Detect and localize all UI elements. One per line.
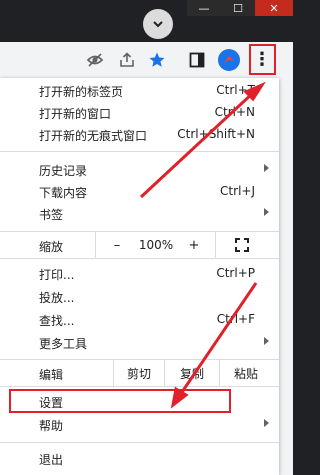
menu-divider xyxy=(0,442,279,443)
menu-zoom-row: 缩放 – 100% + xyxy=(0,232,279,258)
cut-button[interactable]: 剪切 xyxy=(114,360,164,386)
menu-item-print[interactable]: 打印... Ctrl+P xyxy=(0,263,279,285)
extension-icon[interactable] xyxy=(218,49,240,71)
share-icon[interactable] xyxy=(118,51,136,69)
menu-item-incognito[interactable]: 打开新的无痕式窗口 Ctrl+Shift+N xyxy=(0,124,279,146)
cut-label: 剪切 xyxy=(126,366,151,381)
close-button[interactable]: ✕ xyxy=(255,0,293,16)
edit-label: 编辑 xyxy=(39,368,64,382)
zoom-minus-glyph: – xyxy=(113,237,121,253)
page-edge xyxy=(279,78,293,475)
menu-shortcut: Ctrl+N xyxy=(214,105,255,119)
menu-label: 书签 xyxy=(39,208,64,222)
menu-item-exit[interactable]: 退出 xyxy=(0,448,279,470)
paste-label: 粘贴 xyxy=(233,366,258,381)
menu-label: 历史记录 xyxy=(39,164,88,178)
minimize-button[interactable]: — xyxy=(187,0,221,16)
copy-button[interactable]: 复制 xyxy=(165,360,219,386)
maximize-icon: ☐ xyxy=(233,1,243,15)
menu-item-new-window[interactable]: 打开新的窗口 Ctrl+N xyxy=(0,102,279,124)
bookmark-star-icon[interactable] xyxy=(148,51,166,69)
menu-divider xyxy=(0,386,279,387)
tab-strip: — ☐ ✕ xyxy=(0,0,293,42)
menu-edit-row: 编辑 剪切 复制 粘贴 xyxy=(0,360,279,386)
menu-item-downloads[interactable]: 下载内容 Ctrl+J xyxy=(0,181,279,203)
zoom-in-button[interactable]: + xyxy=(174,232,214,258)
menu-shortcut: Ctrl+J xyxy=(220,184,255,198)
paste-button[interactable]: 粘贴 xyxy=(220,360,272,386)
chrome-main-menu: 打开新的标签页 Ctrl+T 打开新的窗口 Ctrl+N 打开新的无痕式窗口 C… xyxy=(0,78,279,475)
menu-divider xyxy=(0,151,279,152)
zoom-plus-glyph: + xyxy=(188,237,200,253)
fullscreen-button[interactable] xyxy=(216,232,268,258)
menu-item-more-tools[interactable]: 更多工具 xyxy=(0,332,279,354)
menu-label: 投放... xyxy=(39,291,75,305)
menu-divider xyxy=(0,258,279,259)
menu-label: 打开新的标签页 xyxy=(39,85,124,99)
minimize-icon: — xyxy=(198,1,210,15)
menu-label: 退出 xyxy=(39,453,64,467)
menu-item-history[interactable]: 历史记录 xyxy=(0,159,279,181)
menu-label: 打开新的无痕式窗口 xyxy=(39,129,148,143)
maximize-button[interactable]: ☐ xyxy=(221,0,255,16)
tab-search-button[interactable] xyxy=(143,9,173,39)
close-icon: ✕ xyxy=(269,1,279,15)
highlight-more-button xyxy=(249,44,276,75)
menu-shortcut: Ctrl+F xyxy=(216,312,255,326)
menu-label: 查找... xyxy=(39,314,75,328)
menu-shortcut: Ctrl+Shift+N xyxy=(177,127,255,141)
side-panel-icon[interactable] xyxy=(188,51,206,69)
window-controls: — ☐ ✕ xyxy=(187,0,293,16)
menu-shortcut: Ctrl+T xyxy=(216,83,255,97)
chevron-down-icon xyxy=(153,21,163,28)
menu-label: 帮助 xyxy=(39,419,64,433)
zoom-value: 100% xyxy=(138,238,174,252)
menu-item-new-tab[interactable]: 打开新的标签页 Ctrl+T xyxy=(0,80,279,102)
submenu-arrow-icon xyxy=(264,337,269,345)
eye-off-icon[interactable] xyxy=(86,51,104,69)
menu-shortcut: Ctrl+P xyxy=(216,266,255,280)
submenu-arrow-icon xyxy=(264,419,269,427)
zoom-label: 缩放 xyxy=(39,240,64,254)
copy-label: 复制 xyxy=(179,366,204,381)
highlight-settings xyxy=(9,389,231,413)
menu-item-find[interactable]: 查找... Ctrl+F xyxy=(0,309,279,331)
menu-item-help[interactable]: 帮助 xyxy=(0,414,279,436)
menu-item-cast[interactable]: 投放... xyxy=(0,286,279,308)
fullscreen-icon xyxy=(235,238,249,252)
submenu-arrow-icon xyxy=(264,164,269,172)
submenu-arrow-icon xyxy=(264,208,269,216)
zoom-out-button[interactable]: – xyxy=(96,232,138,258)
menu-label: 更多工具 xyxy=(39,337,88,351)
menu-label: 打开新的窗口 xyxy=(39,107,112,121)
menu-item-bookmarks[interactable]: 书签 xyxy=(0,203,279,225)
menu-label: 打印... xyxy=(39,268,75,282)
menu-label: 下载内容 xyxy=(39,186,88,200)
